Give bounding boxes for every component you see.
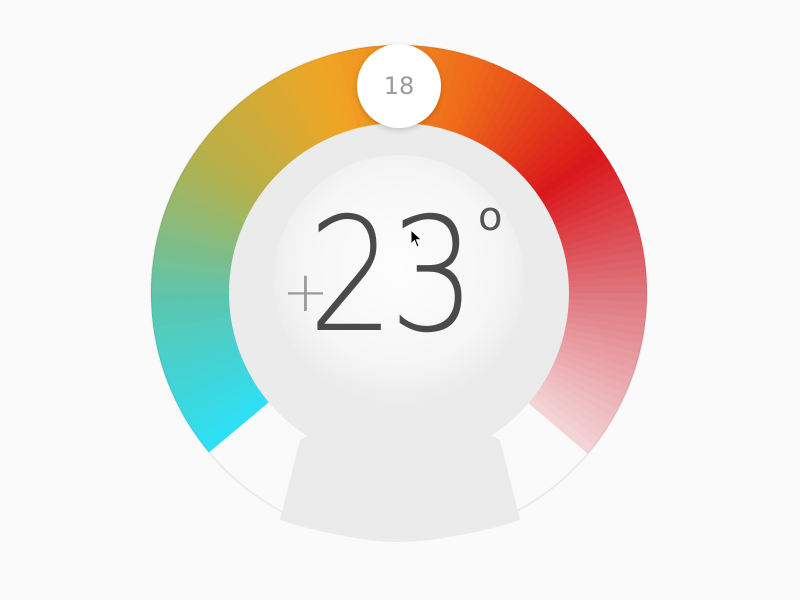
thermostat-widget: + 23 o 18 — [0, 0, 800, 600]
knob-value: 18 — [383, 72, 415, 100]
current-temperature: 23 — [308, 184, 476, 368]
temperature-knob[interactable]: 18 — [357, 44, 441, 128]
arrow-cursor-icon — [410, 229, 423, 248]
temperature-readout: + 23 o — [230, 197, 570, 385]
degree-symbol: o — [478, 194, 503, 240]
